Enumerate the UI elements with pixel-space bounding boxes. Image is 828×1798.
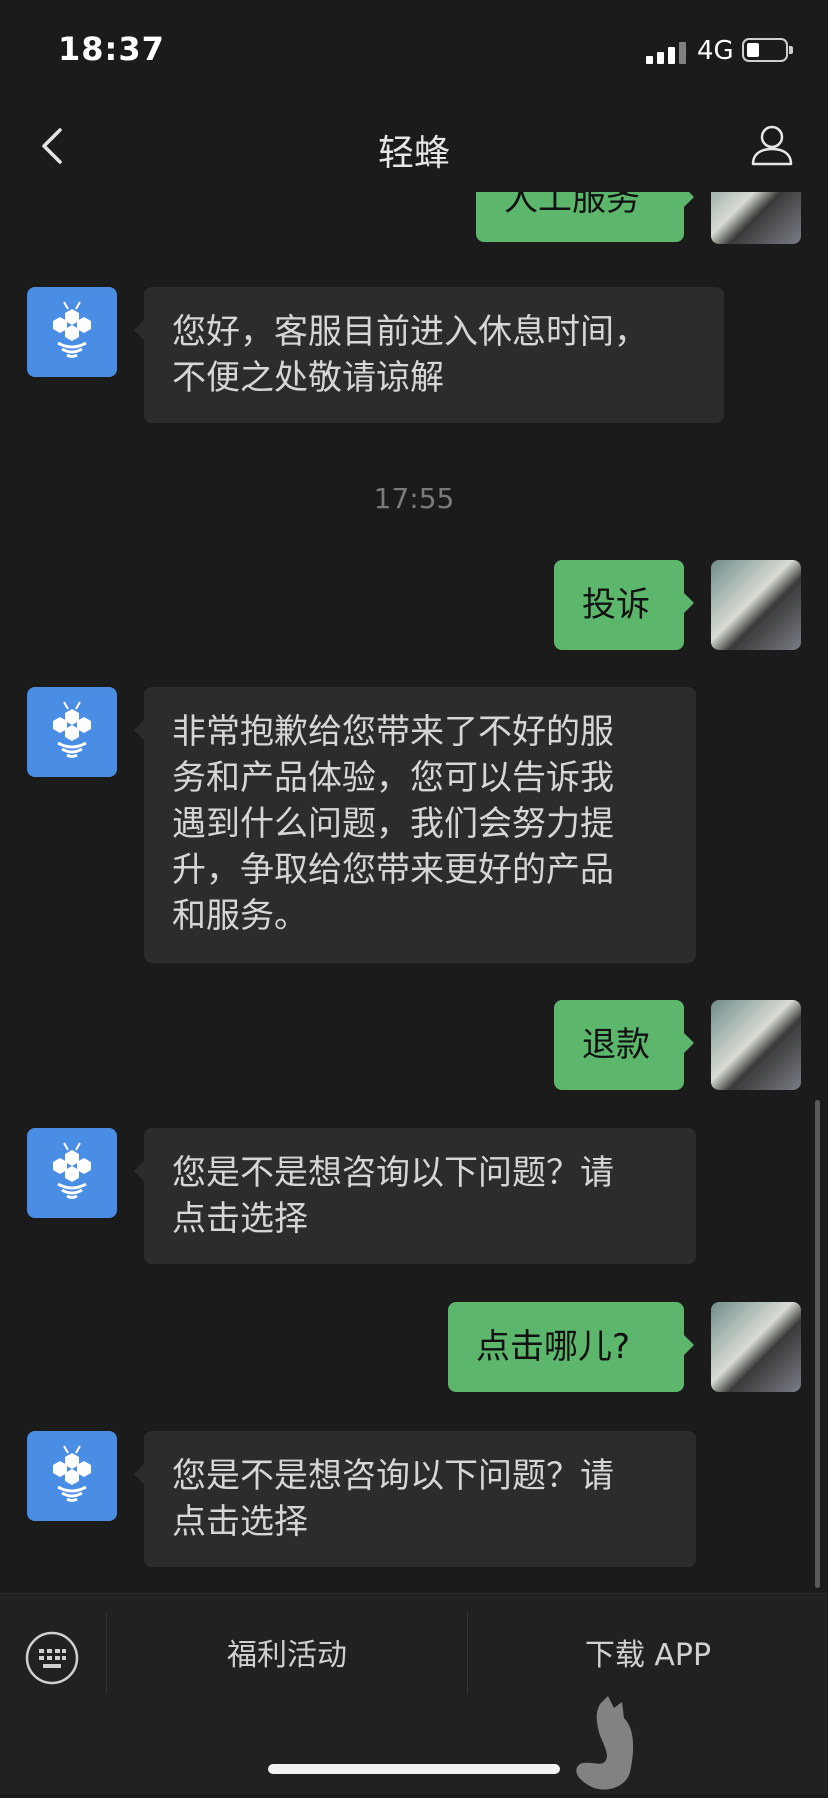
scrollbar[interactable] [815, 1100, 820, 1588]
bottom-menu-bar: 福利活动 下载 APP [0, 1593, 828, 1794]
bot-message-bubble[interactable]: 您好，客服目前进入休息时间， 不便之处敬请谅解 [134, 287, 724, 423]
signal-icon [646, 42, 688, 64]
user-message-bubble[interactable]: 人工服务 [476, 192, 694, 242]
bot-message-bubble[interactable]: 非常抱歉给您带来了不好的服 务和产品体验，您可以告诉我 遇到什么问题，我们会努力… [134, 687, 696, 963]
message-text-line: 非常抱歉给您带来了不好的服 [172, 712, 614, 752]
message-text-line: 您是不是想咨询以下问题？请 [172, 1153, 614, 1193]
message-text-line: 您好，客服目前进入休息时间， [172, 312, 648, 352]
message-text-line: 遇到什么问题，我们会努力提 [172, 804, 614, 844]
user-avatar[interactable] [711, 192, 801, 244]
bot-avatar[interactable] [27, 1128, 117, 1218]
bee-logo-icon [53, 301, 91, 358]
user-avatar[interactable] [711, 560, 801, 650]
message-text-line: 和服务。 [172, 896, 308, 936]
bee-logo-icon [53, 1445, 91, 1502]
bot-avatar[interactable] [27, 687, 117, 777]
message-text: 点击哪儿? [476, 1327, 631, 1367]
chat-messages[interactable]: 人工服务 您好，客服目前进入休息时间， 不便之处敬请谅解 17:55 投诉 非常… [0, 192, 828, 1592]
status-time: 18:37 [58, 30, 165, 68]
user-message-bubble[interactable]: 退款 [554, 1000, 694, 1090]
user-avatar[interactable] [711, 1302, 801, 1392]
message-timestamp: 17:55 [373, 482, 455, 515]
bot-message-bubble[interactable]: 您是不是想咨询以下问题？请 点击选择 [134, 1431, 696, 1567]
home-indicator[interactable] [268, 1764, 560, 1774]
message-text-line: 不便之处敬请谅解 [172, 358, 444, 398]
bee-logo-icon [53, 1142, 91, 1199]
page-title: 轻蜂 [377, 133, 450, 174]
battery-icon [742, 38, 793, 62]
network-type: 4G [697, 36, 734, 66]
message-text: 人工服务 [504, 192, 640, 219]
user-message-bubble[interactable]: 点击哪儿? [448, 1302, 694, 1392]
menu-item-download-app[interactable]: 下载 APP [468, 1624, 828, 1688]
message-text: 投诉 [582, 585, 650, 625]
message-text-line: 点击选择 [172, 1199, 308, 1239]
message-text-line: 您是不是想咨询以下问题？请 [172, 1456, 614, 1496]
bee-logo-icon [53, 701, 91, 758]
chat-header: 轻蜂 [0, 100, 828, 192]
message-text-line: 点击选择 [172, 1502, 308, 1542]
keyboard-icon [25, 1631, 79, 1685]
status-bar: 18:37 4G [0, 0, 828, 100]
keyboard-toggle-button[interactable] [24, 1630, 80, 1686]
user-message-bubble[interactable]: 投诉 [554, 560, 694, 650]
message-text-line: 升，争取给您带来更好的产品 [172, 850, 614, 890]
bot-avatar[interactable] [27, 1431, 117, 1521]
bot-avatar[interactable] [27, 287, 117, 377]
message-text: 退款 [582, 1025, 650, 1065]
bot-message-bubble[interactable]: 您是不是想咨询以下问题？请 点击选择 [134, 1128, 696, 1264]
person-icon [751, 125, 793, 166]
user-avatar[interactable] [711, 1000, 801, 1090]
cat-silhouette-icon [560, 1694, 650, 1794]
menu-item-welfare[interactable]: 福利活动 [107, 1624, 467, 1688]
message-text-line: 务和产品体验，您可以告诉我 [172, 758, 614, 798]
profile-button[interactable] [750, 122, 794, 166]
